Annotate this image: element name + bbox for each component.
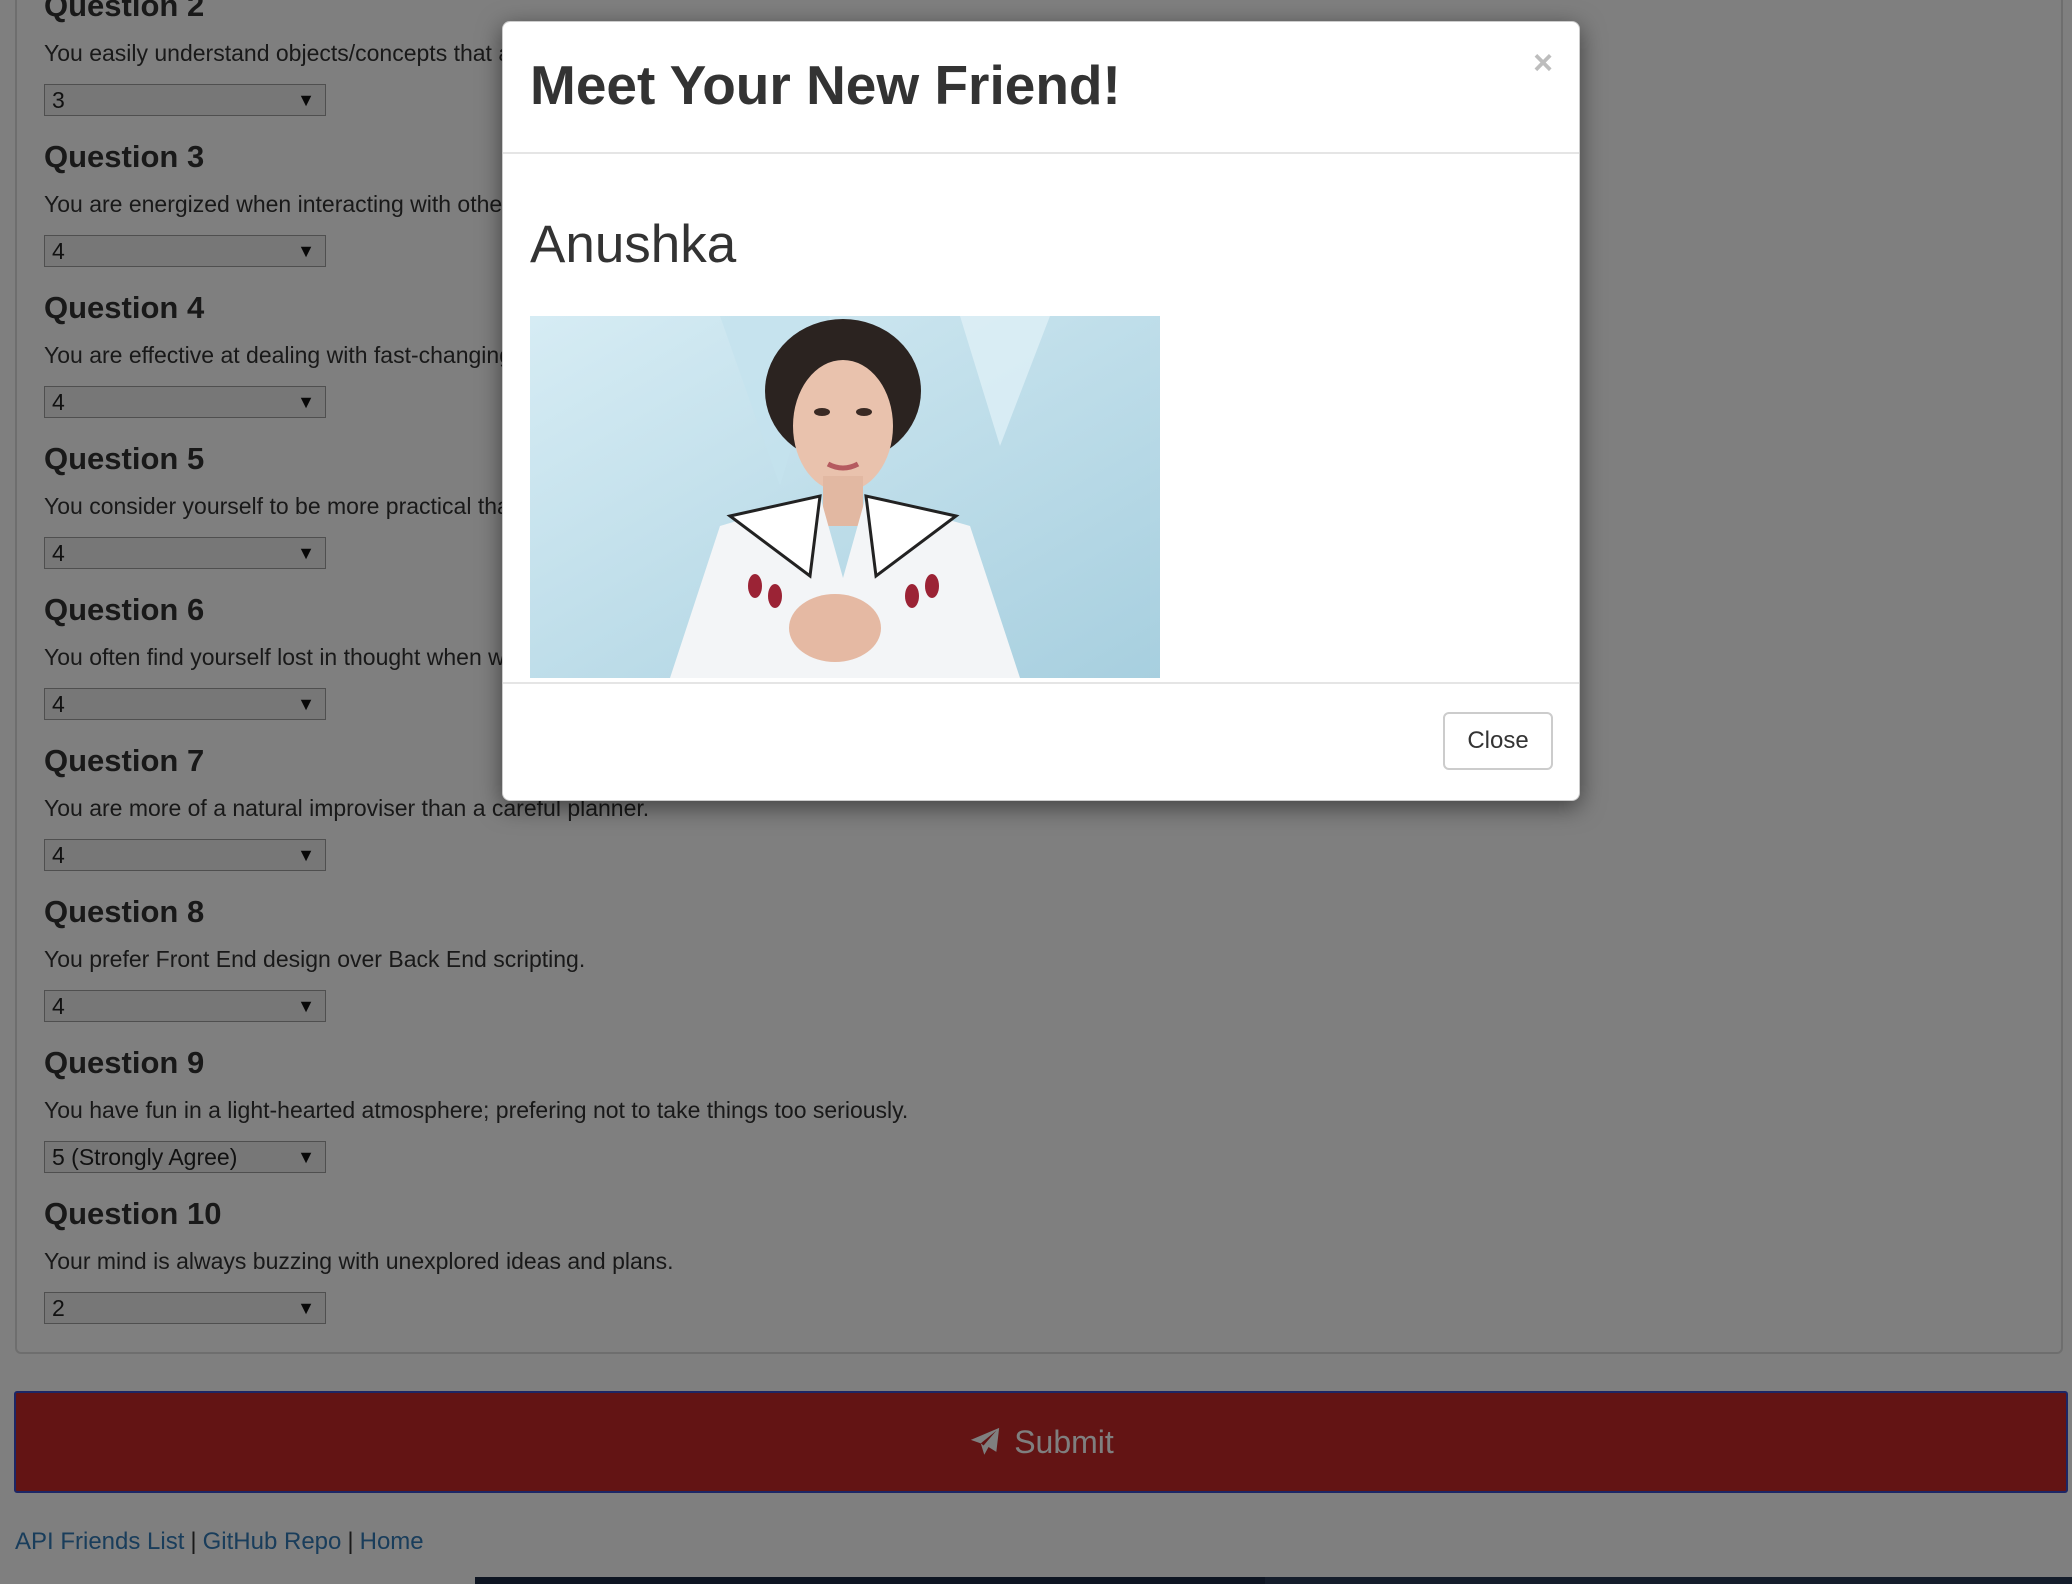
modal-body: Anushka (503, 154, 1579, 684)
portrait-image (530, 316, 1160, 678)
close-icon[interactable]: × (1533, 46, 1553, 80)
modal-title: Meet Your New Friend! (530, 54, 1121, 116)
friend-photo (530, 316, 1160, 678)
modal-header: Meet Your New Friend! × (503, 22, 1579, 154)
modal-footer: Close (503, 684, 1579, 800)
close-button[interactable]: Close (1443, 712, 1553, 770)
friend-name: Anushka (530, 215, 737, 274)
friend-match-modal: Meet Your New Friend! × Anushka Close (502, 21, 1580, 801)
